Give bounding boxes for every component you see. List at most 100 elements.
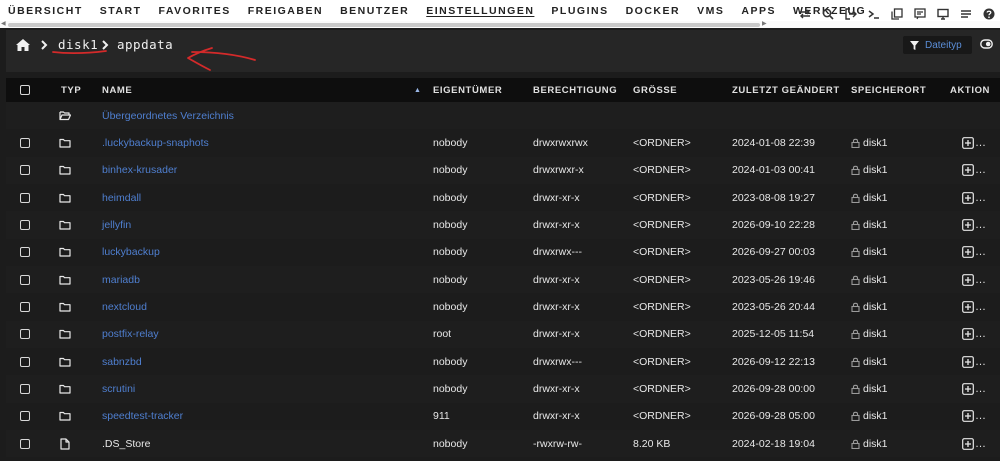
folder-name-link[interactable]: sabnzbd — [102, 348, 142, 375]
nav-item-plugins[interactable]: PLUGINS — [551, 5, 608, 17]
table-row[interactable]: postfix-relay root drwxr-xr-x <ORDNER> 2025-… — [6, 320, 1000, 349]
location-label: disk1 — [863, 383, 888, 396]
column-header-location[interactable]: SPEICHERORT — [851, 78, 926, 102]
modified-cell: 2026-09-28 00:00 — [732, 383, 815, 396]
row-action-button[interactable]: … — [962, 184, 986, 211]
nav-item-start[interactable]: START — [100, 5, 142, 17]
horizontal-scrollbar[interactable]: ◀ ▶ — [0, 21, 1000, 28]
select-all-checkbox[interactable] — [20, 85, 30, 95]
scrollbar-thumb[interactable] — [8, 23, 760, 27]
row-action-button[interactable]: … — [962, 157, 986, 184]
more-dots-icon: … — [975, 355, 986, 368]
file-name[interactable]: .DS_Store — [102, 430, 150, 457]
location-cell: disk1 — [851, 403, 888, 430]
filter-icon — [910, 40, 919, 50]
nav-item-einstellungen[interactable]: EINSTELLUNGEN — [426, 5, 534, 17]
folder-name-link[interactable]: binhex-krusader — [102, 157, 177, 184]
row-action-button[interactable]: … — [962, 321, 986, 348]
table-row[interactable]: .luckybackup-snaphots nobody drwxrwxrwx <OR… — [6, 129, 1000, 156]
table-row[interactable]: speedtest-tracker 911 drwxr-xr-x <ORDNER> 20… — [6, 403, 1000, 430]
row-action-button[interactable]: … — [962, 211, 986, 238]
folder-name-link[interactable]: postfix-relay — [102, 321, 159, 348]
row-checkbox[interactable] — [20, 384, 30, 395]
row-checkbox[interactable] — [20, 356, 30, 367]
parent-directory-row[interactable]: Übergeordnetes Verzeichnis — [6, 102, 1000, 130]
folder-name-link[interactable]: luckybackup — [102, 239, 160, 266]
table-row[interactable]: mariadb nobody drwxr-xr-x <ORDNER> 2023-05-2… — [6, 266, 1000, 294]
folder-icon — [59, 166, 71, 175]
column-header-type[interactable]: TYP — [61, 78, 81, 102]
table-row[interactable]: heimdall nobody drwxr-xr-x <ORDNER> 2023-08-… — [6, 184, 1000, 211]
parent-directory-link[interactable]: Übergeordnetes Verzeichnis — [102, 102, 234, 129]
folder-name-link[interactable]: .luckybackup-snaphots — [102, 129, 209, 156]
nav-item-favorites[interactable]: FAVORITES — [158, 5, 230, 17]
file-type-filter-button[interactable]: Dateityp — [903, 36, 972, 54]
column-header-permission[interactable]: BERECHTIGUNG — [533, 78, 617, 102]
table-row[interactable]: .DS_Store nobody -rwxrw-rw- 8.20 KB 2024-02-… — [6, 430, 1000, 458]
toggle-switch-icon[interactable] — [980, 39, 993, 49]
folder-name-link[interactable]: nextcloud — [102, 293, 147, 320]
action-menu-icon — [962, 137, 974, 149]
scroll-left-arrow-icon[interactable]: ◀ — [1, 21, 6, 28]
nav-item-docker[interactable]: DOCKER — [626, 5, 681, 17]
row-checkbox[interactable] — [20, 411, 30, 422]
row-checkbox[interactable] — [20, 192, 30, 203]
folder-name-link[interactable]: mariadb — [102, 266, 140, 293]
nav-item-apps[interactable]: APPS — [741, 5, 776, 17]
owner-cell: nobody — [433, 383, 468, 396]
size-cell: <ORDNER> — [633, 137, 691, 150]
row-action-button[interactable]: … — [962, 348, 986, 375]
owner-cell: root — [433, 328, 452, 341]
nav-item-freigaben[interactable]: FREIGABEN — [248, 5, 323, 17]
row-action-button[interactable]: … — [962, 403, 986, 430]
row-action-button[interactable]: … — [962, 266, 986, 293]
table-row[interactable]: binhex-krusader nobody drwxrwxr-x <ORDNER> 2… — [6, 156, 1000, 185]
scroll-right-arrow-icon[interactable]: ▶ — [762, 21, 767, 28]
table-row[interactable]: scrutini nobody drwxr-xr-x <ORDNER> 2026-09-… — [6, 375, 1000, 403]
row-action-button[interactable]: … — [962, 375, 986, 402]
column-header-name[interactable]: NAME — [102, 78, 132, 102]
folder-name-link[interactable]: speedtest-tracker — [102, 403, 183, 430]
more-dots-icon: … — [975, 164, 986, 177]
row-action-button[interactable]: … — [962, 293, 986, 320]
nav-item-übersicht[interactable]: ÜBERSICHT — [8, 5, 83, 17]
location-label: disk1 — [863, 219, 888, 232]
row-checkbox[interactable] — [20, 247, 30, 258]
row-checkbox[interactable] — [20, 329, 30, 340]
row-action-button[interactable]: … — [962, 129, 986, 156]
row-checkbox[interactable] — [20, 302, 30, 313]
table-row[interactable]: nextcloud nobody drwxr-xr-x <ORDNER> 2023-05… — [6, 293, 1000, 320]
home-icon[interactable] — [15, 38, 31, 52]
location-cell: disk1 — [851, 293, 888, 320]
column-header-owner[interactable]: EIGENTÜMER — [433, 78, 502, 102]
row-action-button[interactable]: … — [962, 239, 986, 266]
row-action-button[interactable]: … — [962, 430, 986, 457]
column-header-size[interactable]: GRÖSSE — [633, 78, 677, 102]
folder-name-link[interactable]: jellyfin — [102, 211, 131, 238]
size-cell: <ORDNER> — [633, 383, 691, 396]
size-cell: <ORDNER> — [633, 246, 691, 259]
row-checkbox[interactable] — [20, 165, 30, 176]
location-label: disk1 — [863, 301, 888, 314]
row-checkbox[interactable] — [20, 138, 30, 149]
table-row[interactable]: luckybackup nobody drwxrwx--- <ORDNER> 2026-… — [6, 239, 1000, 266]
folder-icon — [59, 302, 71, 312]
nav-item-vms[interactable]: VMS — [697, 5, 724, 17]
folder-name-link[interactable]: heimdall — [102, 184, 141, 211]
table-row[interactable]: sabnzbd nobody drwxrwx--- <ORDNER> 2026-09-1… — [6, 348, 1000, 375]
folder-name-link[interactable]: scrutini — [102, 375, 135, 402]
sort-ascending-icon[interactable]: ▲ — [414, 87, 422, 94]
lock-icon — [851, 193, 860, 203]
more-dots-icon: … — [975, 273, 986, 286]
row-checkbox[interactable] — [20, 274, 30, 285]
column-header-modified[interactable]: ZULETZT GEÄNDERT — [732, 78, 840, 102]
permission-cell: drwxr-xr-x — [533, 301, 580, 314]
owner-cell: nobody — [433, 164, 468, 177]
row-checkbox[interactable] — [20, 220, 30, 231]
size-cell: <ORDNER> — [633, 301, 691, 314]
nav-item-benutzer[interactable]: BENUTZER — [340, 5, 409, 17]
table-row[interactable]: jellyfin nobody drwxr-xr-x <ORDNER> 2026-09-… — [6, 211, 1000, 239]
row-checkbox[interactable] — [20, 438, 30, 449]
more-dots-icon: … — [975, 246, 986, 259]
folder-icon — [59, 330, 71, 340]
